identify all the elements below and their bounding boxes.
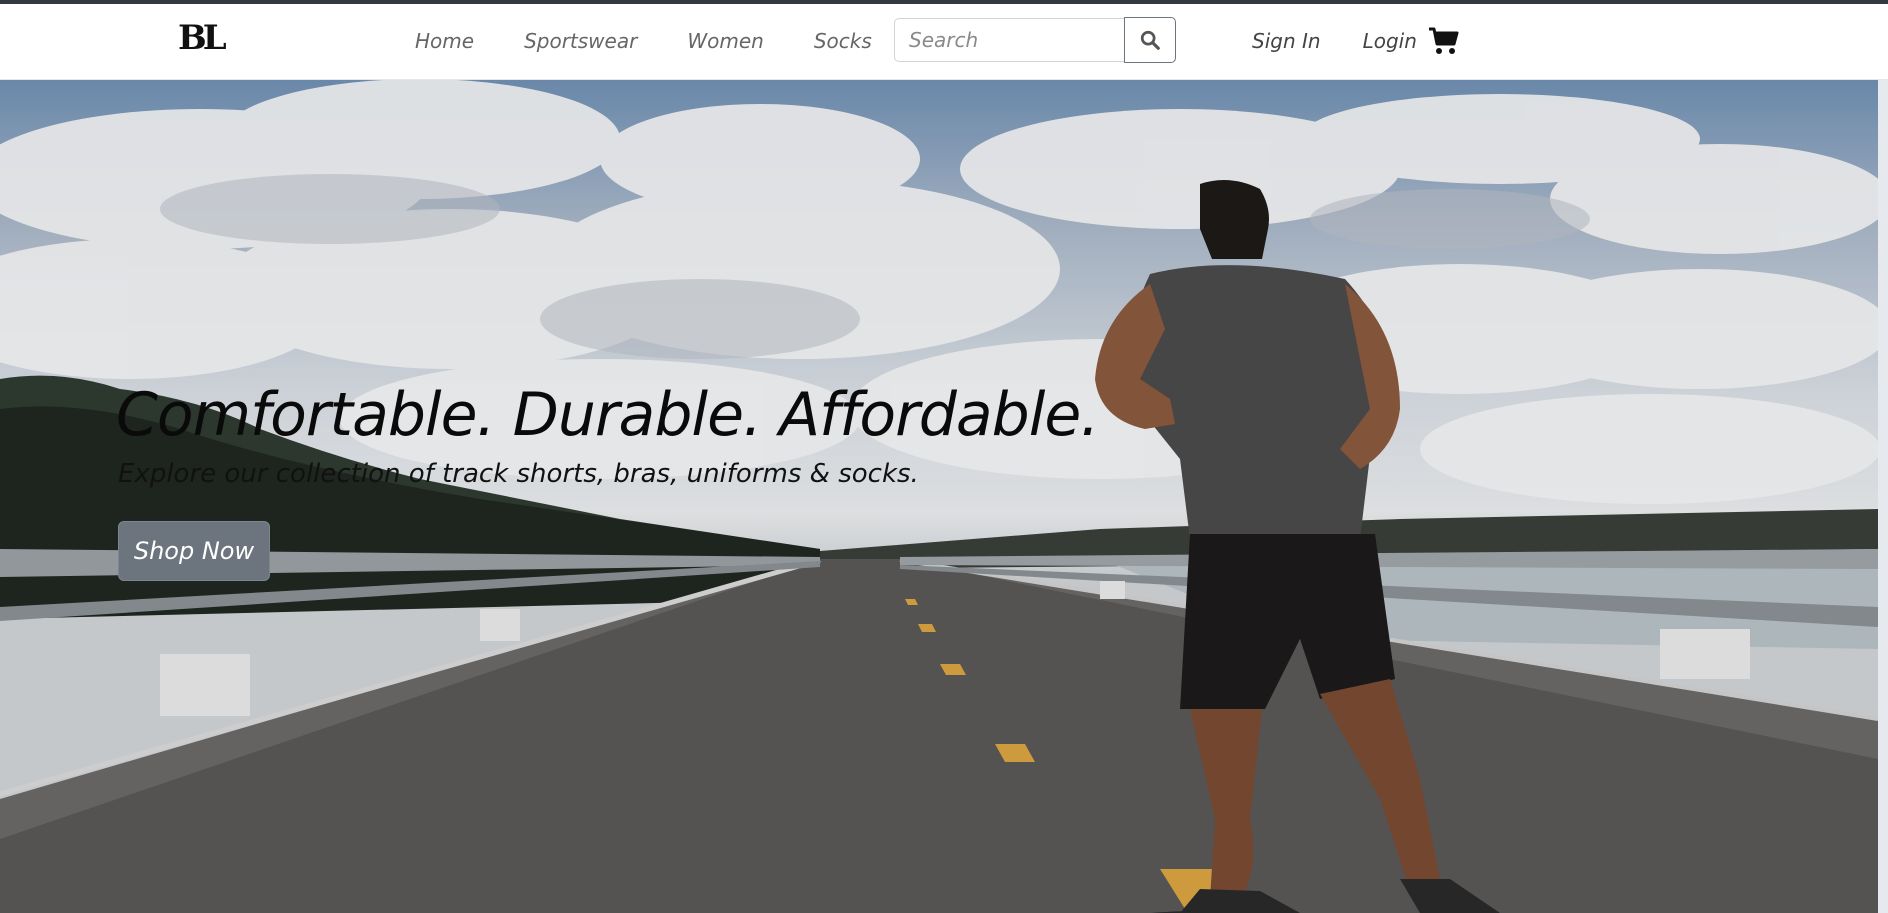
search-icon (1140, 30, 1160, 50)
nav-link-home[interactable]: Home (415, 28, 474, 54)
search-button[interactable] (1124, 17, 1176, 63)
sign-in-link[interactable]: Sign In (1252, 28, 1321, 54)
nav-link-sportswear[interactable]: Sportswear (524, 28, 637, 54)
search-form (894, 17, 1176, 64)
page-scrollbar[interactable] (1878, 79, 1888, 913)
nav-links: Home Sportswear Women Socks (415, 28, 922, 54)
hero-image (0, 79, 1878, 913)
login-link[interactable]: Login (1363, 28, 1417, 54)
hero-subtitle: Explore our collection of track shorts, … (118, 459, 919, 489)
nav-link-women[interactable]: Women (687, 28, 763, 54)
logo-text: BL (178, 18, 227, 58)
cart-icon (1429, 27, 1459, 54)
nav-link-socks[interactable]: Socks (814, 28, 872, 54)
hero-title: Comfortable. Durable. Affordable. (116, 380, 1099, 450)
cart-button[interactable] (1428, 26, 1460, 56)
hero-text: Comfortable. Durable. Affordable. Explor… (116, 379, 1099, 491)
hero-section: Comfortable. Durable. Affordable. Explor… (0, 79, 1878, 913)
shop-now-button[interactable]: Shop Now (118, 521, 270, 581)
search-input[interactable] (894, 18, 1124, 62)
navbar: BL Home Sportswear Women Socks Sign In L… (0, 4, 1888, 80)
brand-logo[interactable]: BL (178, 18, 232, 58)
